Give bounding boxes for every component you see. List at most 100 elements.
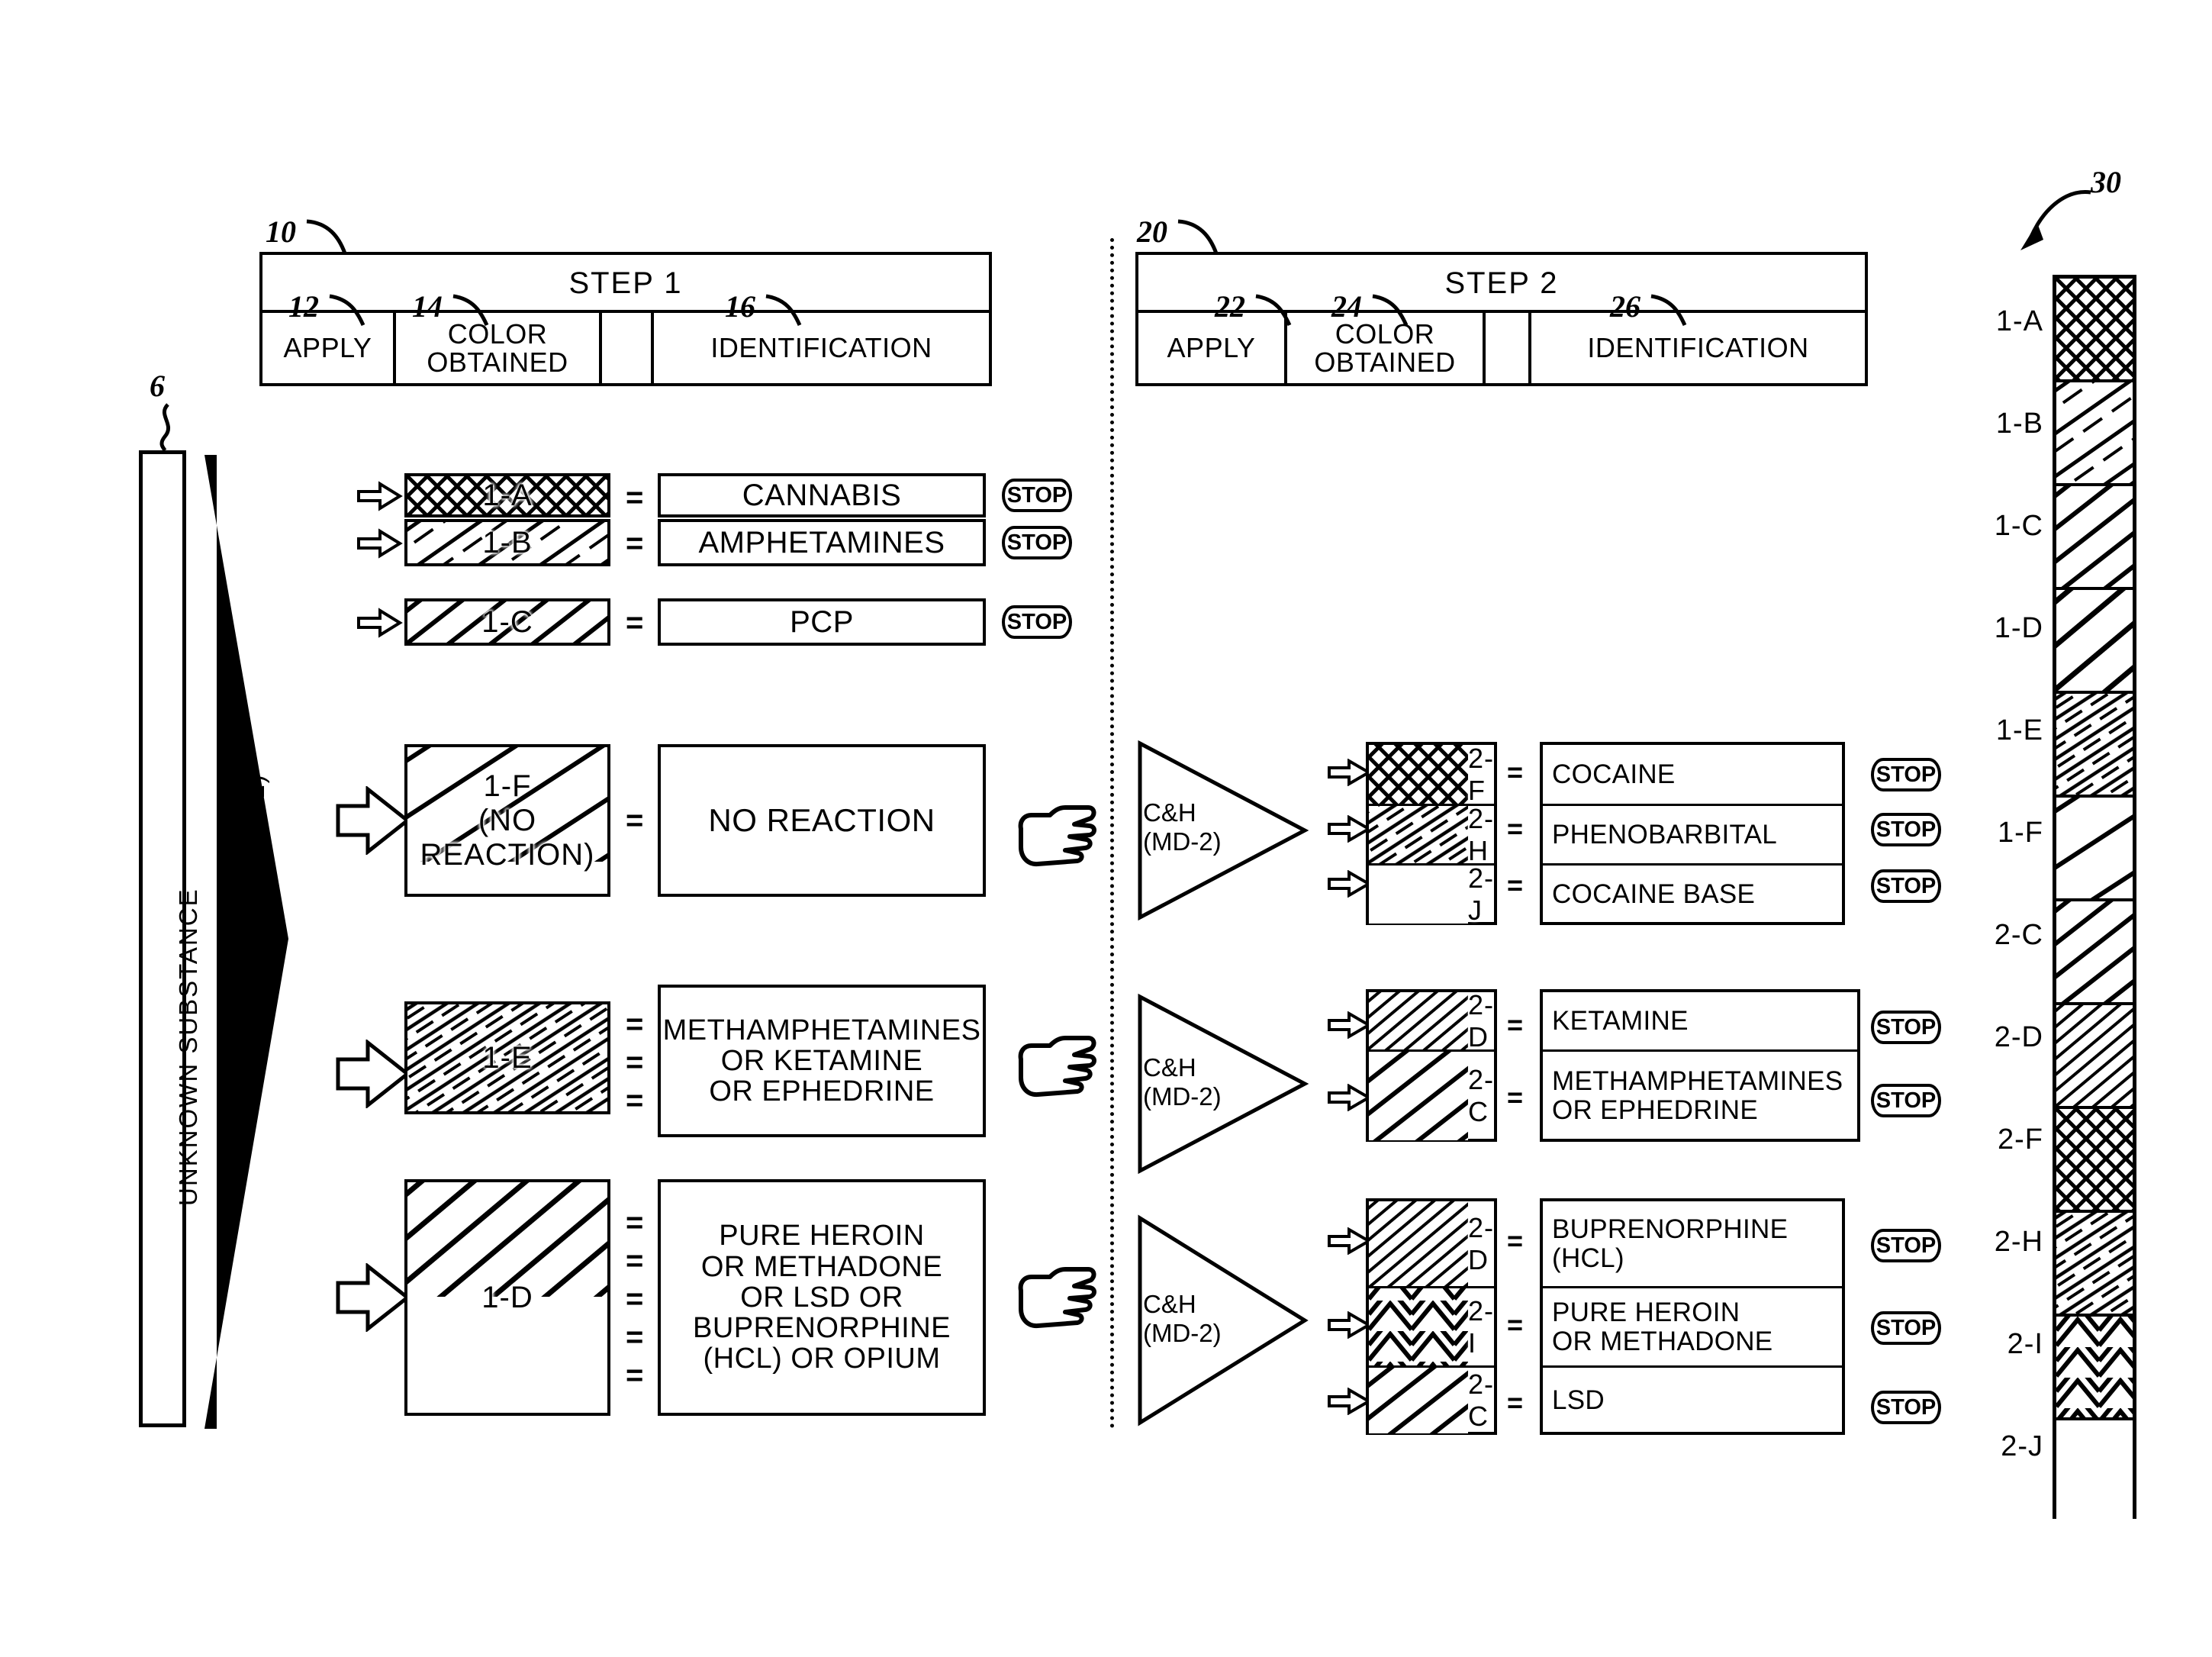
leader-line-12 [329, 294, 365, 327]
color-code-1-F-line3: REACTION) [420, 837, 595, 872]
equals-1-D-3: = [626, 1282, 644, 1316]
stop-badge-2-J: STOP [1871, 869, 1941, 903]
pattern-diagonal-medium [2056, 486, 2133, 587]
legend-label-2-I: 2-I [2007, 1328, 2043, 1360]
color-swatch-2-F: 2-F [1369, 745, 1494, 806]
equals-2-D-g2: = [1507, 1009, 1524, 1040]
color-code-2-F: 2-F [1467, 745, 1494, 806]
equals-2-F: = [1507, 756, 1524, 788]
color-swatch-1-C: 1-C [404, 598, 610, 646]
big-arrow-right-icon [336, 1263, 411, 1332]
pattern-crosshatch-diamond [1369, 745, 1468, 804]
leader-squiggle-6 [159, 403, 171, 452]
color-swatch-2-D-g3: 2-D [1369, 1201, 1494, 1288]
identification-1-D-line4: BUPRENORPHINE [693, 1312, 951, 1345]
ref-numeral-16: 16 [725, 289, 755, 324]
identification-2-F: COCAINE [1543, 745, 1842, 806]
identification-1-B: AMPHETAMINES [658, 519, 986, 566]
legend-swatch-1-A [2056, 279, 2133, 382]
ref-numeral-12: 12 [288, 289, 319, 324]
leader-line-20 [1177, 219, 1219, 254]
equals-1-F: = [626, 804, 644, 837]
identification-1-D-line1: PURE HEROIN [719, 1220, 925, 1252]
pattern-blank [2056, 1420, 2133, 1520]
identification-2-D-g2: KETAMINE [1543, 992, 1857, 1052]
legend-swatch-2-I [2056, 1317, 2133, 1420]
legend-swatch-2-C [2056, 901, 2133, 1005]
arrow-right-icon [357, 528, 403, 559]
color-code-1-E: 1-E [482, 1040, 533, 1075]
reagent-label-2: C&H (MD-2) [1143, 1053, 1222, 1111]
identification-1-A: CANNABIS [658, 473, 986, 517]
identification-1-E: METHAMPHETAMINES OR KETAMINE OR EPHEDRIN… [658, 985, 986, 1137]
identification-1-C: PCP [658, 598, 986, 646]
identification-1-F: NO REACTION [658, 744, 986, 897]
pattern-dashed-dense [1369, 806, 1468, 863]
step2-col-identification: IDENTIFICATION [1587, 332, 1809, 364]
identification-1-D: PURE HEROIN OR METHADONE OR LSD OR BUPRE… [658, 1179, 986, 1416]
identification-1-D-line3: OR LSD OR [740, 1281, 903, 1314]
pattern-crosshatch-diamond [2056, 279, 2133, 379]
ref-numeral-26: 26 [1610, 289, 1640, 324]
leader-line-26 [1650, 294, 1687, 327]
legend-swatch-1-D [2056, 590, 2133, 694]
pattern-diagonal-fine [1369, 1201, 1468, 1286]
identification-2-J: COCAINE BASE [1552, 879, 1756, 910]
legend-swatch-1-C [2056, 486, 2133, 590]
identification-2-C-g3: LSD [1552, 1385, 1605, 1416]
big-arrow-right-icon [336, 1040, 411, 1108]
legend-swatch-2-D [2056, 1005, 2133, 1109]
step1-col-spacer [602, 313, 654, 383]
equals-1-D-1: = [626, 1206, 644, 1240]
color-swatch-stack-g1: 2-F 2-H 2-J [1366, 742, 1497, 925]
color-code-2-C-g3: 2-C [1467, 1368, 1494, 1432]
big-arrow-right-icon [336, 786, 411, 855]
identification-2-C-g2-line1: METHAMPHETAMINES [1552, 1066, 1843, 1097]
color-swatch-2-I-g3: 2-I [1369, 1288, 1494, 1368]
legend-swatch-2-H [2056, 1213, 2133, 1317]
legend-label-1-C: 1-C [1994, 510, 2043, 542]
stop-badge-2-F: STOP [1871, 758, 1941, 791]
identification-2-C-g2-line2: OR EPHEDRINE [1552, 1095, 1759, 1125]
identification-stack-g2: KETAMINE METHAMPHETAMINES OR EPHEDRINE [1540, 989, 1860, 1142]
pattern-diagonal-medium [1369, 1052, 1468, 1140]
reagent-label-1-line1: C&H [1143, 798, 1196, 827]
color-code-2-J: 2-J [1467, 866, 1494, 924]
color-code-2-I-g3: 2-I [1467, 1294, 1494, 1359]
color-code-1-C: 1-C [481, 604, 533, 639]
step2-col-spacer [1486, 313, 1531, 383]
pattern-diagonal-medium [1369, 1368, 1468, 1433]
identification-1-E-line3: OR EPHEDRINE [709, 1075, 935, 1108]
legend-label-1-B: 1-B [1995, 408, 2043, 440]
legend-swatch-1-F [2056, 798, 2133, 901]
equals-1-A: = [626, 481, 644, 514]
legend-label-2-D: 2-D [1994, 1021, 2043, 1053]
pattern-diagonal-bold [407, 1182, 607, 1297]
color-code-1-B: 1-B [482, 525, 533, 559]
reagent-label-1: C&H (MD-2) [1143, 798, 1222, 856]
identification-stack-g3: BUPRENORPHINE (HCL) PURE HEROIN OR METHA… [1540, 1198, 1845, 1435]
leader-line-14 [452, 294, 489, 327]
patent-figure-canvas: 30 10 STEP 1 APPLY COLOR OBTAINED IDENTI… [0, 0, 2212, 1657]
reagent-label-3-line1: C&H [1143, 1290, 1196, 1318]
color-code-2-D-g3: 2-D [1467, 1211, 1494, 1275]
color-code-1-A: 1-A [482, 478, 533, 512]
reagent-label-2-line1: C&H [1143, 1053, 1196, 1082]
step2-column-row: APPLY COLOR OBTAINED IDENTIFICATION [1138, 310, 1865, 383]
stop-badge-2-C-g2: STOP [1871, 1084, 1941, 1117]
equals-1-E-1: = [626, 1007, 644, 1041]
stop-badge-2-C-g3: STOP [1871, 1391, 1941, 1424]
color-swatch-stack-g3: 2-D 2-I 2-C [1366, 1198, 1497, 1435]
pattern-dashed-dense [2056, 1213, 2133, 1314]
ref-numeral-24: 24 [1331, 289, 1362, 324]
pattern-diagonal-wide [2056, 798, 2133, 898]
arrow-right-icon [357, 481, 403, 511]
equals-2-C-g2: = [1507, 1082, 1524, 1113]
identification-2-D-g3-line2: (HCL) [1552, 1243, 1624, 1273]
equals-1-D-2: = [626, 1244, 644, 1278]
equals-2-I-g3: = [1507, 1309, 1524, 1340]
pointing-hand-icon [1018, 805, 1096, 867]
legend-swatch-1-B [2056, 382, 2133, 486]
legend-swatch-2-J [2056, 1420, 2133, 1520]
color-code-1-F-line1: 1-F [483, 769, 532, 803]
